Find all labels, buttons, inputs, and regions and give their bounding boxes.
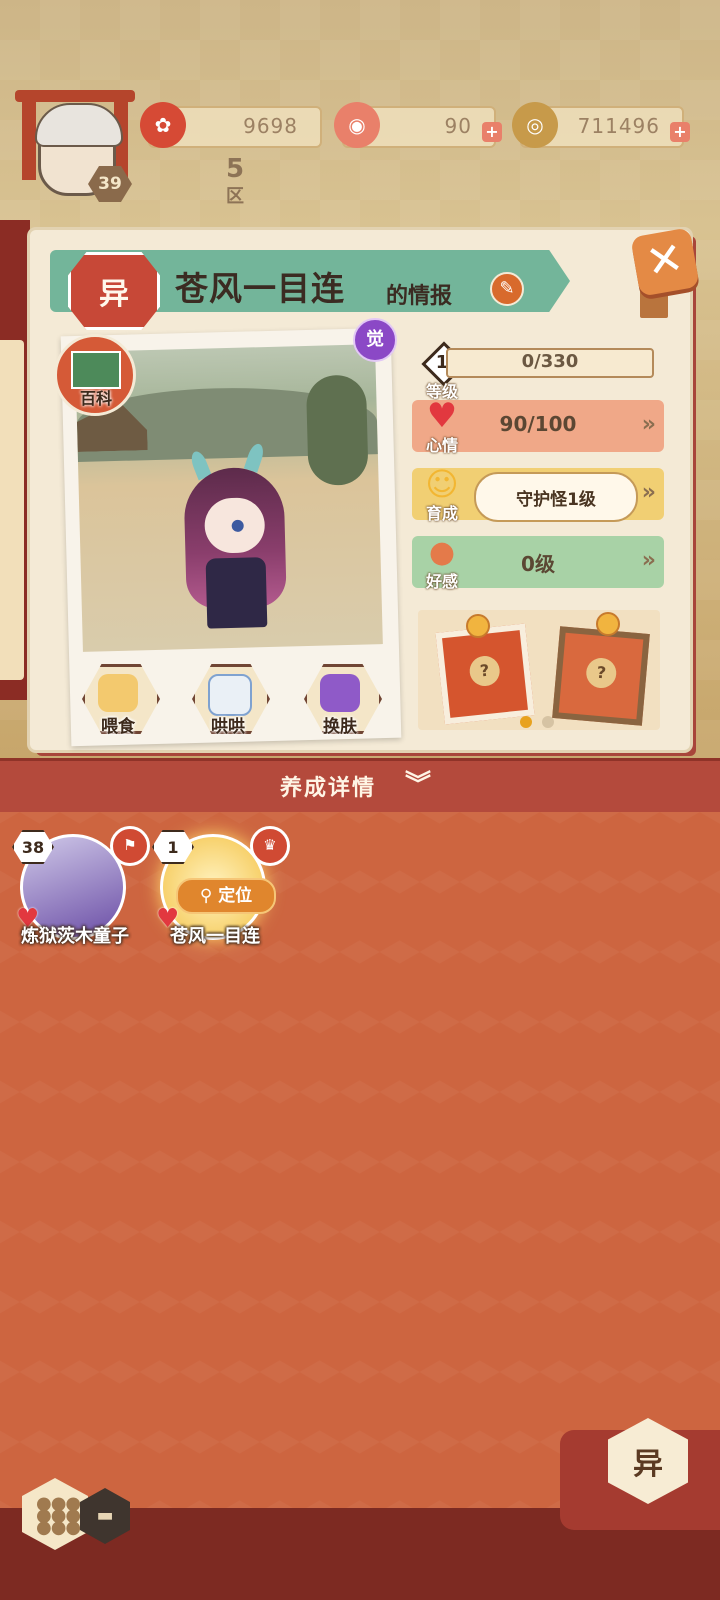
awaken-badge[interactable]: 觉 [353, 318, 397, 362]
locate-label: 定位 [218, 886, 253, 906]
location-pin-icon: ⚲ [199, 886, 213, 906]
chevron-right-icon: » [641, 412, 656, 437]
flower-coin-icon: ✿ [140, 102, 186, 148]
skin-button[interactable]: 换肤 [304, 664, 382, 740]
smile-icon [466, 614, 490, 638]
peach-icon: ● [428, 534, 456, 570]
double-chevron-down-icon[interactable]: ︾ [405, 764, 431, 801]
currency-stamina[interactable]: ◉ 90 + [334, 102, 502, 148]
costume-icon [320, 674, 360, 712]
currency-gold[interactable]: ◎ 711496 + [512, 102, 690, 148]
carousel-dot[interactable] [542, 716, 554, 728]
coax-label: 哄哄 [211, 717, 245, 737]
currency-flower-value: 9698 [243, 114, 298, 138]
wiki-button[interactable]: 百科 [54, 334, 136, 416]
book-icon [71, 351, 121, 389]
mystery-icon: ? [468, 654, 502, 688]
coax-button[interactable]: 哄哄 [192, 664, 270, 740]
chef-hat-icon: ♛ [250, 826, 290, 866]
noodle-bowl-icon [98, 674, 138, 712]
mystery-icon: ? [585, 656, 618, 690]
title-suffix: 的情报 [386, 284, 453, 309]
wiki-label: 百科 [79, 389, 112, 408]
locate-button[interactable]: ⚲ 定位 [176, 878, 276, 914]
level-progress-value: 0/330 [521, 351, 579, 372]
flag-icon: ⚑ [110, 826, 150, 866]
chevron-right-icon: » [641, 480, 656, 505]
currency-stamina-value: 90 [444, 114, 472, 138]
card-name: 苍风一目连 [170, 926, 260, 947]
smile-icon: ☺ [425, 465, 459, 503]
reward-gift-2[interactable]: ? [552, 626, 650, 726]
mood-stat-icon: ♥ 心情 [416, 396, 468, 458]
growth-label: 育成 [425, 504, 458, 523]
affinity-label: 好感 [425, 572, 458, 591]
character-title: 苍风一目连 [175, 269, 345, 308]
add-stamina-button[interactable]: + [482, 122, 502, 142]
stamina-icon: ◉ [334, 102, 380, 148]
level-progress-bar: 0/330 [446, 348, 654, 378]
milk-icon [208, 674, 252, 716]
heart-icon: ♥ [426, 396, 458, 436]
type-badge: 异 [68, 252, 160, 330]
card-name: 炼狱茨木童子 [21, 926, 129, 947]
feed-label: 喂食 [101, 717, 135, 737]
mood-label: 心情 [425, 436, 458, 455]
affinity-stat-icon: ● 好感 [416, 534, 468, 594]
currency-flower[interactable]: ✿ 9698 [140, 102, 322, 148]
feed-button[interactable]: 喂食 [82, 664, 160, 740]
growth-stage-pill[interactable]: 守护怪1级 [474, 472, 638, 522]
character-sprite[interactable] [178, 441, 292, 629]
edit-icon[interactable]: ✎ [490, 272, 524, 306]
currency-gold-value: 711496 [577, 114, 660, 138]
character-card[interactable]: 38 ⚑ ♥ 炼狱茨木童子 [6, 818, 150, 958]
add-gold-button[interactable]: + [670, 122, 690, 142]
carousel-dot-active[interactable] [520, 716, 532, 728]
district-indicator[interactable]: 5 区 [200, 150, 270, 212]
gold-coin-icon: ◎ [512, 102, 558, 148]
growth-value: 守护怪1级 [516, 490, 596, 510]
skin-label: 换肤 [323, 717, 357, 737]
close-icon[interactable]: ✕ [630, 227, 700, 297]
smile-icon [596, 612, 620, 636]
detail-label: 养成详情 [280, 776, 377, 801]
reward-gift-1[interactable]: ? [435, 623, 535, 725]
book-page-edge [0, 340, 24, 680]
chevron-right-icon: » [641, 548, 656, 573]
growth-stat-icon: ☺ 育成 [416, 465, 468, 526]
